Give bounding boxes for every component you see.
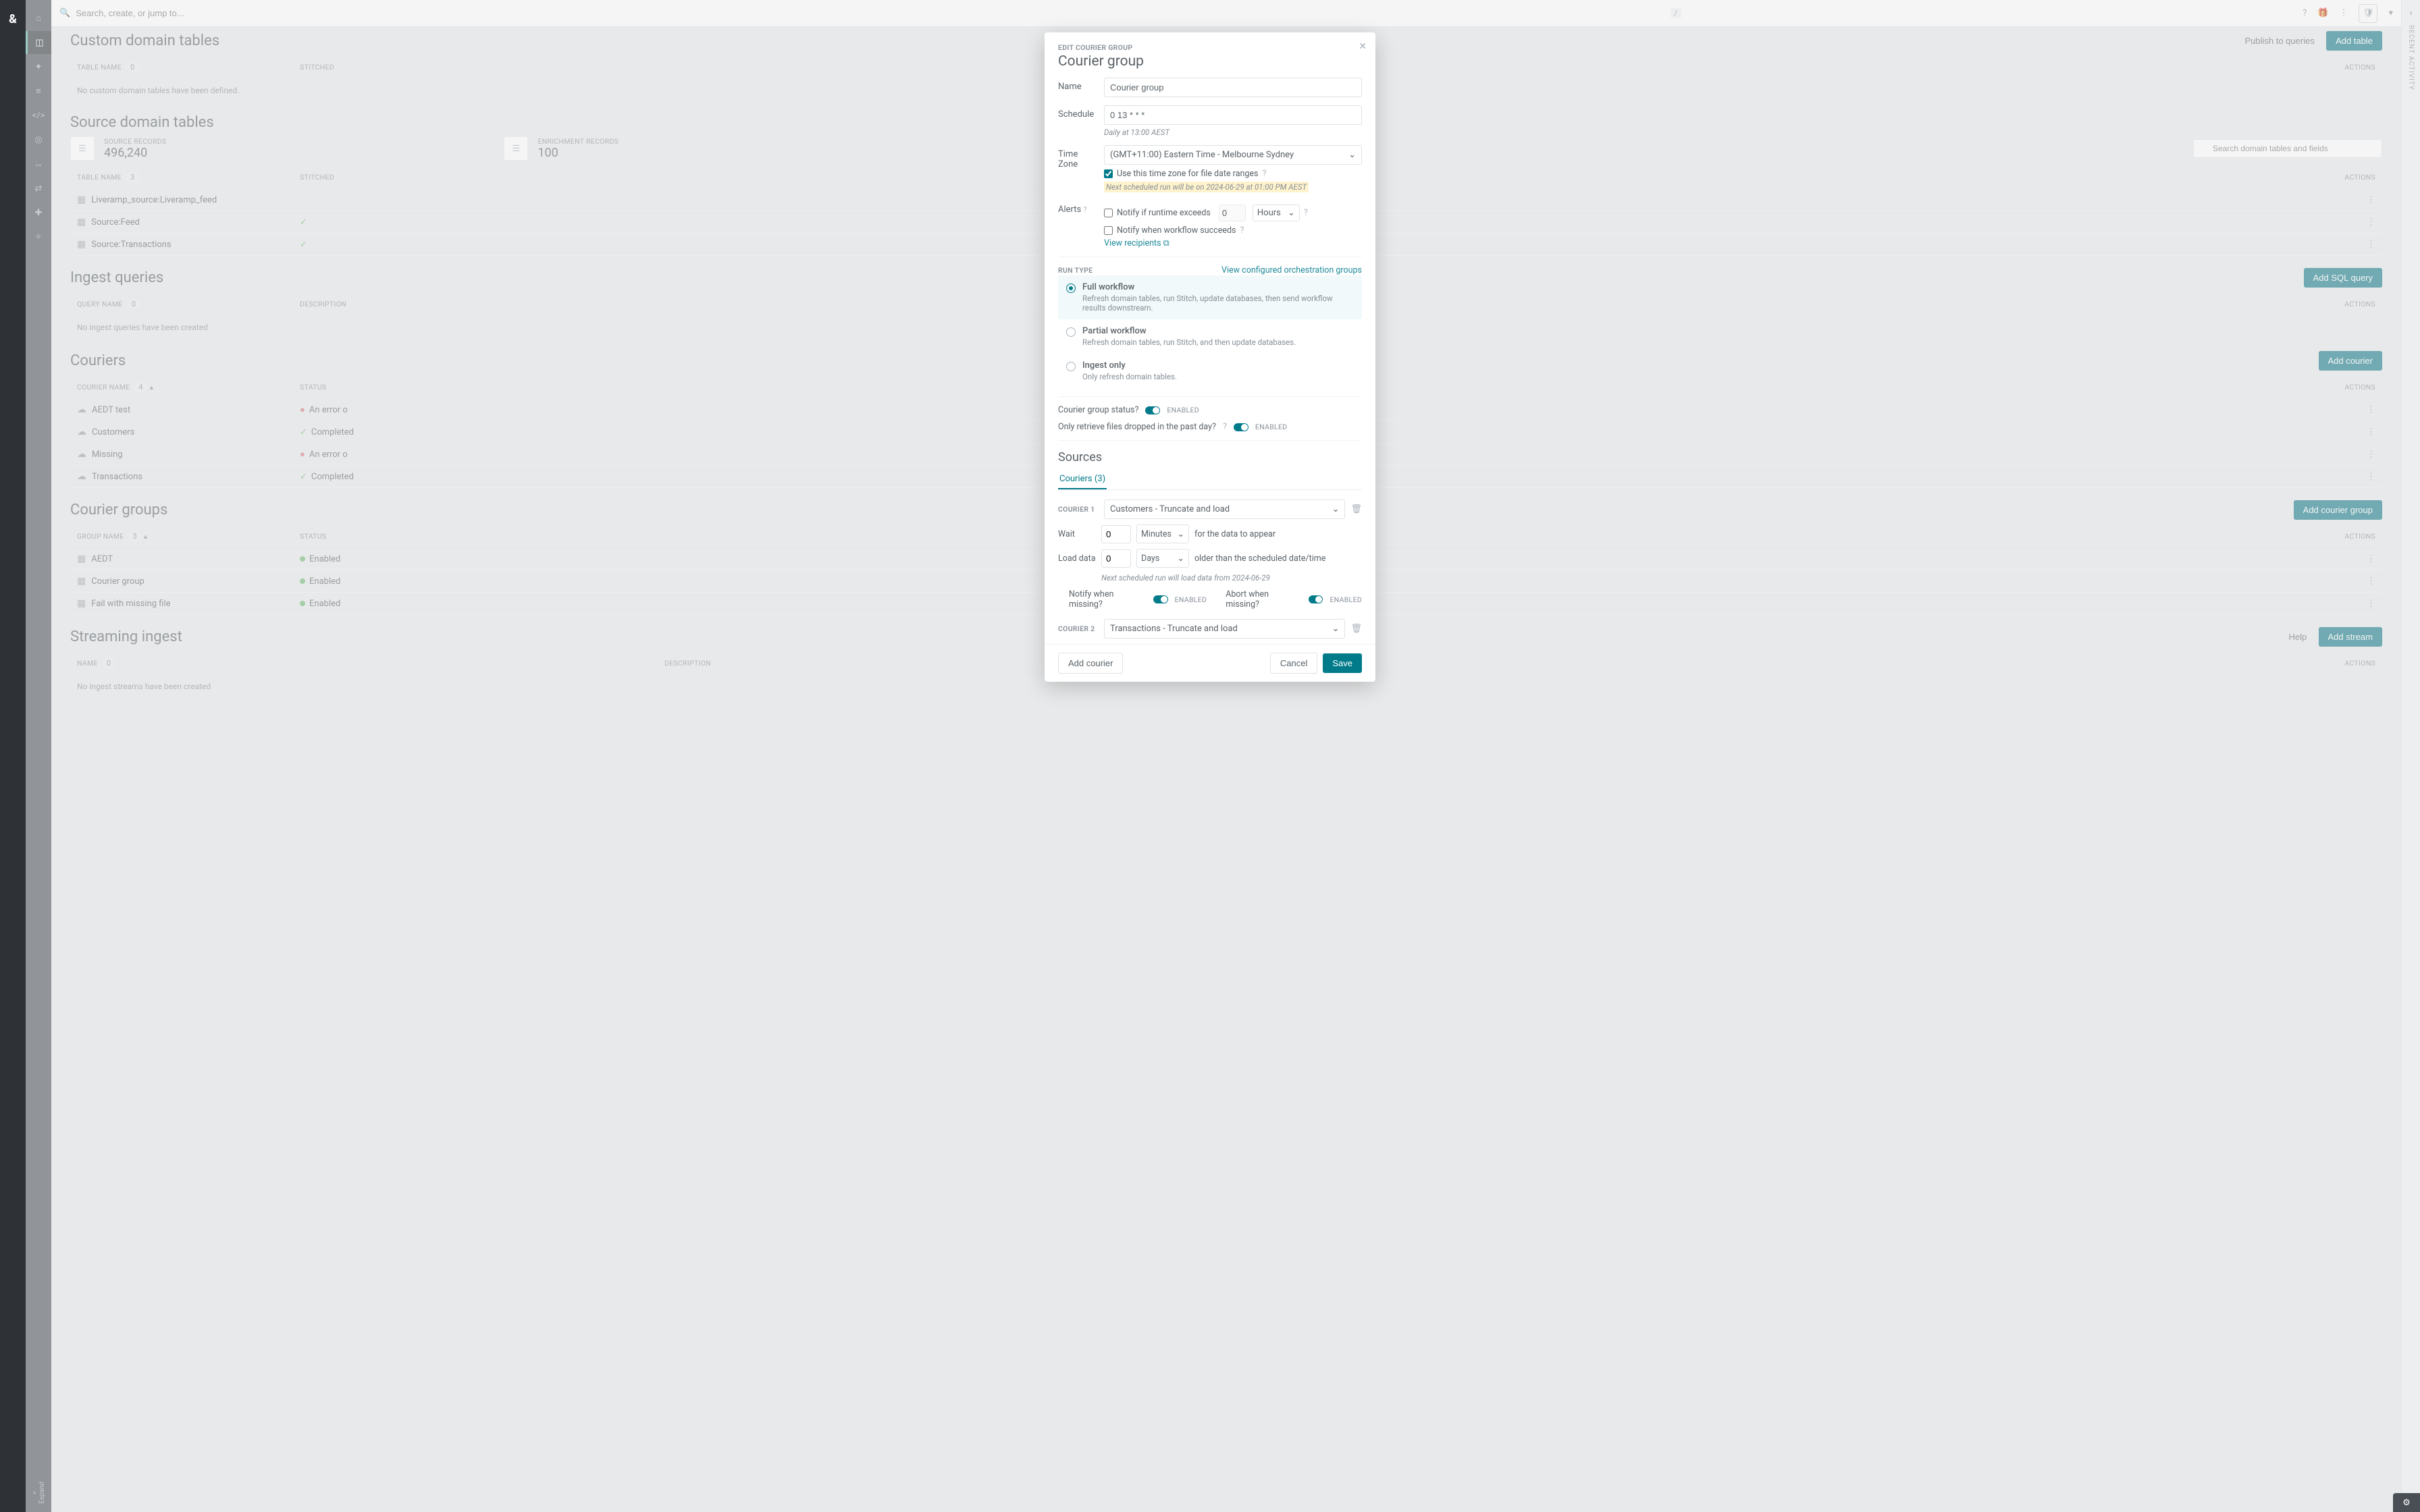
select-value: (GMT+11:00) Eastern Time - Melbourne Syd… xyxy=(1110,150,1294,160)
help-icon[interactable]: ? xyxy=(1240,225,1244,236)
courier-label: COURIER 2 xyxy=(1058,624,1099,633)
sources-title: Sources xyxy=(1058,450,1362,464)
chevron-down-icon: ⌄ xyxy=(1348,150,1356,160)
wait-label: Wait xyxy=(1058,529,1096,539)
alerts-label: Alerts ? xyxy=(1058,200,1096,215)
close-icon[interactable]: × xyxy=(1359,39,1366,53)
run-type-full[interactable]: Full workflow Refresh domain tables, run… xyxy=(1058,275,1362,319)
toggle-label: Courier group status? xyxy=(1058,405,1138,415)
next-load-text: Next scheduled run will load data from 2… xyxy=(1101,573,1362,583)
select-value: Transactions - Truncate and load xyxy=(1110,624,1238,634)
radio-icon xyxy=(1066,362,1076,371)
trash-icon[interactable]: 🗑 xyxy=(1350,504,1362,514)
radio-title: Partial workflow xyxy=(1082,326,1296,336)
toggle-state: ENABLED xyxy=(1175,595,1207,604)
save-button[interactable]: Save xyxy=(1323,653,1362,673)
chevron-down-icon: ⌄ xyxy=(1332,624,1340,634)
modal-title: Courier group xyxy=(1058,53,1362,70)
abort-missing-toggle[interactable] xyxy=(1309,595,1323,603)
chevron-down-icon: ⌄ xyxy=(1178,529,1184,539)
couriers-tab[interactable]: Couriers (3) xyxy=(1058,470,1107,489)
radio-icon xyxy=(1066,327,1076,337)
checkbox-label: Notify when workflow succeeds xyxy=(1117,225,1236,236)
load-input[interactable] xyxy=(1101,549,1131,568)
run-type-ingest[interactable]: Ingest only Only refresh domain tables. xyxy=(1058,354,1362,388)
gear-icon: ⚙ xyxy=(2402,1498,2411,1508)
modal-backdrop: EDIT COURIER GROUP Courier group × Name … xyxy=(0,0,2420,1512)
checkbox-label: Use this time zone for file date ranges xyxy=(1117,169,1259,179)
chevron-down-icon: ⌄ xyxy=(1288,208,1295,218)
radio-desc: Only refresh domain tables. xyxy=(1082,372,1177,381)
radio-title: Full workflow xyxy=(1082,282,1354,292)
select-value: Hours xyxy=(1257,208,1281,218)
radio-desc: Refresh domain tables, run Stitch, and t… xyxy=(1082,338,1296,347)
tail-text: older than the scheduled date/time xyxy=(1194,554,1325,564)
wait-unit-select[interactable]: Minutes ⌄ xyxy=(1136,524,1189,543)
use-tz-checkbox[interactable] xyxy=(1104,169,1113,178)
toggle-state: ENABLED xyxy=(1167,406,1199,414)
load-unit-select[interactable]: Days ⌄ xyxy=(1136,549,1189,568)
courier-2-select[interactable]: Transactions - Truncate and load ⌄ xyxy=(1104,619,1345,639)
hours-input[interactable] xyxy=(1219,205,1246,221)
schedule-input[interactable] xyxy=(1104,105,1362,125)
select-value: Days xyxy=(1141,554,1159,564)
load-label: Load data xyxy=(1058,554,1096,564)
courier-1-block: COURIER 1 Customers - Truncate and load … xyxy=(1058,500,1362,610)
notify-runtime-checkbox[interactable] xyxy=(1104,209,1113,217)
courier-label: COURIER 1 xyxy=(1058,505,1099,514)
wait-input[interactable] xyxy=(1101,525,1131,543)
radio-desc: Refresh domain tables, run Stitch, updat… xyxy=(1082,294,1354,313)
timezone-select[interactable]: (GMT+11:00) Eastern Time - Melbourne Syd… xyxy=(1104,145,1362,165)
run-type-partial[interactable]: Partial workflow Refresh domain tables, … xyxy=(1058,319,1362,354)
radio-title: Ingest only xyxy=(1082,360,1177,371)
add-courier-button[interactable]: Add courier xyxy=(1058,653,1123,674)
checkbox-label: Notify if runtime exceeds xyxy=(1117,208,1211,218)
select-value: Customers - Truncate and load xyxy=(1110,504,1230,514)
chevron-down-icon: ⌄ xyxy=(1332,504,1340,514)
courier-2-block: COURIER 2 Transactions - Truncate and lo… xyxy=(1058,619,1362,639)
help-icon[interactable]: ? xyxy=(1083,205,1086,214)
name-label: Name xyxy=(1058,78,1096,92)
past-day-toggle[interactable] xyxy=(1234,423,1248,431)
settings-fab[interactable]: ⚙ xyxy=(2393,1493,2420,1512)
view-recipients-link[interactable]: View recipients ⧉ xyxy=(1104,238,1169,248)
cancel-button[interactable]: Cancel xyxy=(1270,653,1317,674)
tail-text: for the data to appear xyxy=(1194,529,1275,539)
external-icon: ⧉ xyxy=(1163,238,1169,248)
notify-success-checkbox[interactable] xyxy=(1104,226,1113,235)
help-icon[interactable]: ? xyxy=(1263,169,1267,179)
modal-eyebrow: EDIT COURIER GROUP xyxy=(1058,43,1362,52)
help-icon[interactable]: ? xyxy=(1304,208,1308,218)
next-run-text: Next scheduled run will be on 2024-06-29… xyxy=(1104,182,1309,192)
schedule-label: Schedule xyxy=(1058,105,1096,119)
radio-icon xyxy=(1066,284,1076,293)
toggle-state: ENABLED xyxy=(1330,595,1362,604)
toggle-label: Only retrieve files dropped in the past … xyxy=(1058,422,1216,432)
view-orch-link[interactable]: View configured orchestration groups xyxy=(1221,265,1362,275)
select-value: Minutes xyxy=(1141,529,1172,539)
courier-1-select[interactable]: Customers - Truncate and load ⌄ xyxy=(1104,500,1345,519)
chevron-down-icon: ⌄ xyxy=(1178,553,1184,564)
toggle-label: Notify when missing? xyxy=(1069,589,1147,610)
hours-unit-select[interactable]: Hours ⌄ xyxy=(1253,205,1300,221)
name-input[interactable] xyxy=(1104,78,1362,97)
schedule-help: Daily at 13:00 AEST xyxy=(1104,128,1362,137)
timezone-label: Time Zone xyxy=(1058,145,1096,169)
notify-missing-toggle[interactable] xyxy=(1153,595,1167,603)
trash-icon[interactable]: 🗑 xyxy=(1350,624,1362,634)
edit-courier-group-modal: EDIT COURIER GROUP Courier group × Name … xyxy=(1045,32,1375,682)
run-type-label: RUN TYPE xyxy=(1058,266,1093,275)
group-status-toggle[interactable] xyxy=(1145,406,1160,414)
help-icon[interactable]: ? xyxy=(1223,422,1227,432)
toggle-state: ENABLED xyxy=(1255,423,1288,431)
toggle-label: Abort when missing? xyxy=(1226,589,1302,610)
